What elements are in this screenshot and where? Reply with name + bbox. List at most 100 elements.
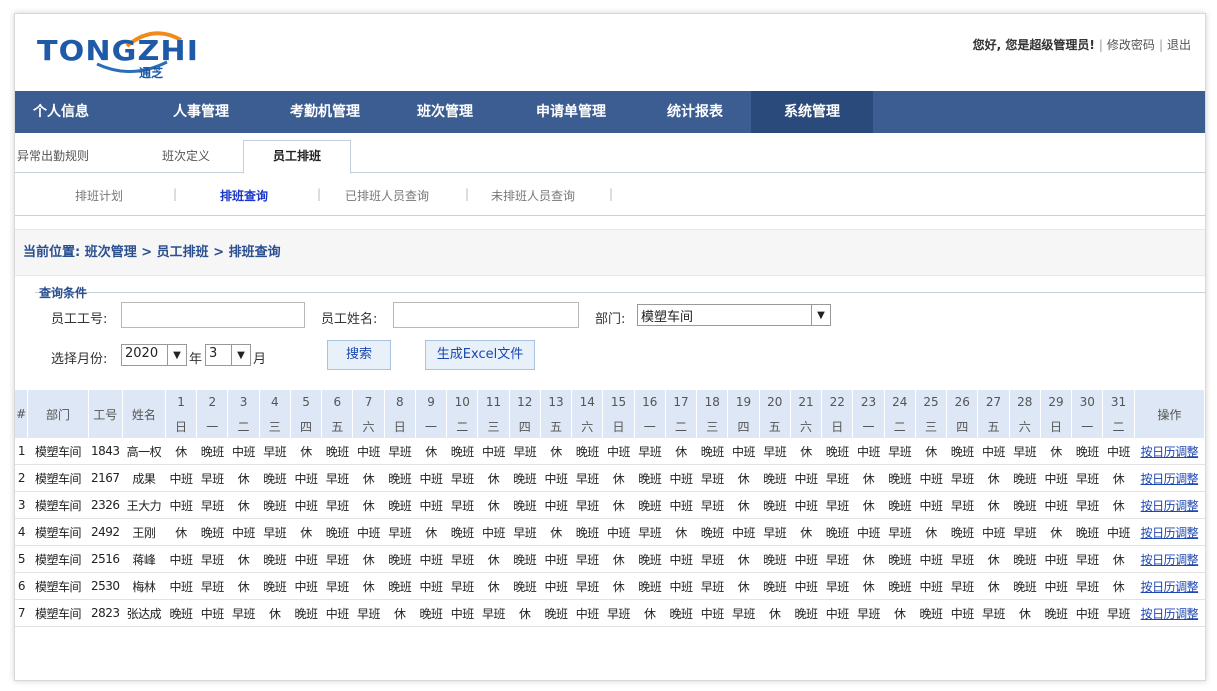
dept-select[interactable]: 模塑车间 ▼: [637, 304, 831, 326]
weekday-header: 日: [602, 414, 635, 438]
shift-cell: 休: [165, 518, 197, 546]
shift-cell: 中班: [352, 518, 385, 546]
day-header: 18: [696, 390, 729, 414]
shift-cell: 早班: [571, 545, 603, 573]
shift-cell: 早班: [977, 599, 1010, 627]
day-header: 28: [1009, 390, 1041, 414]
shift-cell: 中班: [477, 438, 510, 465]
nav-shift-management[interactable]: 班次管理: [395, 91, 495, 133]
shift-cell: 早班: [696, 464, 728, 492]
row-action-cell: 按日历调整: [1134, 464, 1205, 492]
logout-link[interactable]: 退出: [1167, 38, 1191, 52]
shift-cell: 晚班: [571, 438, 603, 465]
breadcrumb: 当前位置: 班次管理 > 员工排班 > 排班查询: [15, 229, 1205, 276]
shift-cell: 休: [227, 491, 260, 519]
shift-cell: 早班: [571, 491, 603, 519]
subtab-scheduled-employees[interactable]: 已排班人员查询: [345, 187, 429, 204]
shift-cell: 晚班: [1071, 438, 1103, 465]
subtab-schedule-query[interactable]: 排班查询: [220, 187, 268, 204]
row-index: 7: [15, 599, 28, 627]
month-select[interactable]: 3 ▼: [205, 344, 251, 366]
shift-cell: 中班: [790, 491, 822, 519]
shift-cell: 晚班: [1009, 491, 1041, 519]
weekday-header: 日: [1040, 414, 1073, 438]
subtab-unscheduled-employees[interactable]: 未排班人员查询: [491, 187, 575, 204]
shift-cell: 早班: [946, 572, 978, 600]
day-header: 26: [946, 390, 979, 414]
shift-cell: 晚班: [1009, 464, 1041, 492]
adjust-by-calendar-link[interactable]: 按日历调整: [1141, 580, 1199, 594]
tab-shift-definition[interactable]: 班次定义: [141, 141, 231, 172]
nav-system-management[interactable]: 系统管理: [751, 91, 873, 133]
row-emp-no: 2167: [88, 464, 123, 492]
shift-cell: 早班: [634, 438, 666, 465]
weekday-header: 二: [446, 414, 479, 438]
day-header: 19: [727, 390, 760, 414]
shift-cell: 中班: [165, 491, 197, 519]
tab-employee-scheduling[interactable]: 员工排班: [243, 140, 351, 174]
emp-no-input[interactable]: [121, 302, 305, 328]
app-frame: TONGZHI 通芝 您好, 您是超级管理员! | 修改密码 | 退出 个人信息 人事管…: [14, 13, 1206, 681]
row-dept: 模塑车间: [27, 464, 89, 492]
adjust-by-calendar-link[interactable]: 按日历调整: [1141, 499, 1199, 513]
adjust-by-calendar-link[interactable]: 按日历调整: [1141, 553, 1199, 567]
weekday-header: 三: [915, 414, 948, 438]
shift-cell: 休: [634, 599, 666, 627]
shift-cell: 早班: [946, 491, 978, 519]
shift-cell: 晚班: [665, 599, 697, 627]
emp-name-input[interactable]: [393, 302, 579, 328]
shift-cell: 晚班: [696, 518, 728, 546]
shift-cell: 休: [1102, 572, 1135, 600]
shift-cell: 晚班: [384, 545, 416, 573]
shift-cell: 中班: [852, 438, 885, 465]
adjust-by-calendar-link[interactable]: 按日历调整: [1141, 472, 1199, 486]
shift-cell: 晚班: [540, 599, 572, 627]
adjust-by-calendar-link[interactable]: 按日历调整: [1141, 607, 1199, 621]
nav-statistics-reports[interactable]: 统计报表: [645, 91, 745, 133]
shift-cell: 休: [415, 518, 447, 546]
year-select[interactable]: 2020 ▼: [121, 344, 187, 366]
shift-cell: 晚班: [290, 599, 322, 627]
nav-hr-management[interactable]: 人事管理: [155, 91, 247, 133]
shift-cell: 休: [665, 438, 697, 465]
row-name: 王大力: [122, 491, 166, 519]
shift-cell: 晚班: [884, 572, 916, 600]
adjust-by-calendar-link[interactable]: 按日历调整: [1141, 445, 1199, 459]
shift-cell: 中班: [790, 464, 822, 492]
day-header: 16: [634, 390, 666, 414]
nav-application-management[interactable]: 申请单管理: [515, 91, 627, 133]
generate-excel-button[interactable]: 生成Excel文件: [425, 340, 535, 370]
row-index: 1: [15, 438, 28, 465]
day-header: 21: [790, 390, 823, 414]
shift-cell: 晚班: [446, 438, 478, 465]
shift-cell: 休: [977, 464, 1010, 492]
shift-cell: 晚班: [1009, 572, 1041, 600]
shift-cell: 早班: [821, 572, 853, 600]
shift-cell: 早班: [321, 572, 353, 600]
search-button[interactable]: 搜索: [327, 340, 391, 370]
change-password-link[interactable]: 修改密码: [1107, 38, 1155, 52]
shift-cell: 休: [1009, 599, 1041, 627]
shift-cell: 休: [290, 438, 322, 465]
shift-cell: 晚班: [946, 438, 978, 465]
subtab-schedule-plan[interactable]: 排班计划: [75, 187, 123, 204]
shift-cell: 休: [415, 438, 447, 465]
shift-cell: 晚班: [509, 491, 541, 519]
shift-cell: 休: [259, 599, 291, 627]
shift-cell: 中班: [1040, 545, 1072, 573]
weekday-header: 五: [759, 414, 791, 438]
shift-cell: 晚班: [696, 438, 728, 465]
day-header: 24: [884, 390, 916, 414]
month-label: 选择月份:: [51, 352, 108, 367]
shift-cell: 早班: [946, 545, 978, 573]
nav-attendance-machine[interactable]: 考勤机管理: [270, 91, 380, 133]
shift-cell: 早班: [227, 599, 260, 627]
weekday-header: 日: [384, 414, 416, 438]
tab-abnormal-attendance-rules[interactable]: 异常出勤规则: [15, 141, 91, 172]
weekday-header: 六: [1009, 414, 1041, 438]
adjust-by-calendar-link[interactable]: 按日历调整: [1141, 526, 1199, 540]
col-header-emp-no: 工号: [88, 390, 123, 438]
shift-cell: 中班: [540, 491, 572, 519]
day-header: 22: [821, 390, 854, 414]
nav-personal-info[interactable]: 个人信息: [15, 91, 107, 133]
